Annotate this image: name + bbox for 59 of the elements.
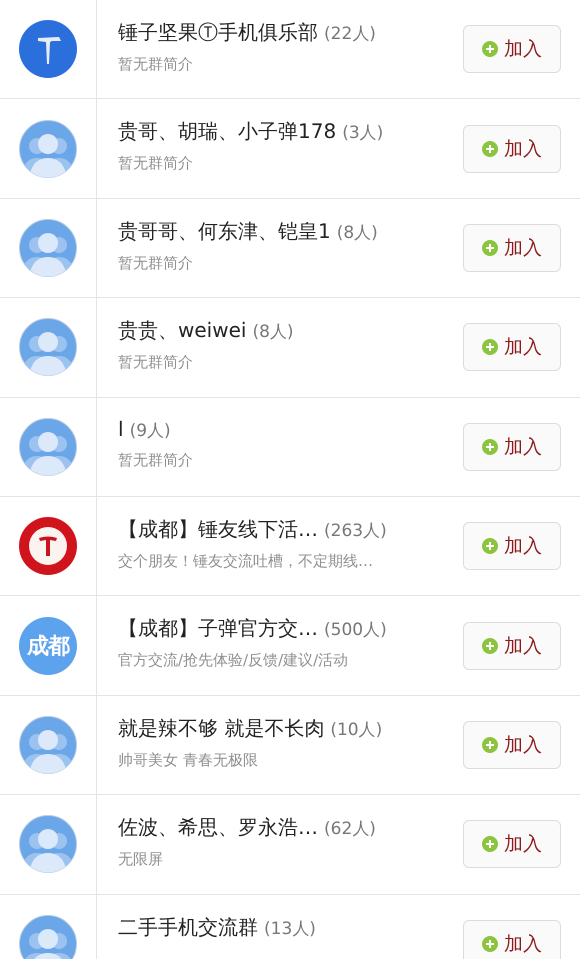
member-count: (10人) (330, 718, 382, 741)
avatar-icon (19, 815, 77, 874)
member-count: (3人) (342, 122, 384, 144)
member-count: (8人) (252, 321, 294, 344)
avatar-icon (19, 120, 77, 178)
avatar-icon (19, 914, 77, 959)
group-name: l (118, 416, 124, 441)
plus-icon (482, 538, 498, 554)
group-description: 暂无群简介 (118, 254, 193, 273)
group-name: 贵哥、胡瑞、小子弹178 (118, 118, 336, 146)
avatar-icon (19, 418, 77, 476)
group-name: 锤子坚果Ⓣ手机俱乐部 (118, 19, 318, 46)
member-count: (9人) (130, 420, 171, 442)
plus-icon (482, 836, 498, 852)
plus-icon (482, 638, 498, 654)
group-name: 贵哥哥、何东津、铠皇1 (118, 218, 331, 245)
avatar-text: 成都 (19, 616, 77, 675)
join-button[interactable]: 加入 (463, 124, 561, 173)
group-name: 佐波、希思、罗永浩… (118, 814, 318, 842)
group-description: 暂无群简介 (118, 55, 193, 74)
group-description: 帅哥美女 青春无极限 (118, 750, 258, 770)
plus-icon (482, 936, 498, 952)
group-name: 二手手机交流群 (118, 914, 258, 941)
group-description: 交个朋友！锤友交流吐槽，不定期线… (118, 552, 373, 571)
join-button[interactable]: 加入 (463, 224, 561, 272)
group-description: 暂无群简介 (118, 450, 193, 470)
plus-icon (482, 736, 498, 753)
join-button[interactable]: 加入 (463, 522, 561, 570)
member-count: (22人) (324, 23, 376, 45)
plus-icon (482, 140, 498, 157)
join-button[interactable]: 加入 (463, 820, 561, 868)
group-name: 【成都】子弹官方交… (118, 615, 318, 642)
plus-icon (482, 41, 498, 58)
group-name: 就是辣不够 就是不长肉 (118, 714, 324, 742)
group-description: 无限屏 (118, 850, 163, 870)
member-count: (8人) (336, 222, 378, 244)
join-button[interactable]: 加入 (463, 720, 561, 769)
avatar-icon (19, 716, 77, 774)
join-button[interactable]: 加入 (463, 323, 561, 372)
plus-icon (482, 240, 498, 256)
group-description: 官方交流/抢先体验/反馈/建议/活动 (118, 651, 348, 670)
group-name: 【成都】锤友线下活… (118, 516, 318, 543)
join-button[interactable]: 加入 (463, 422, 561, 471)
member-count: (500人) (324, 619, 387, 642)
plus-icon (482, 438, 498, 455)
avatar-icon (19, 218, 77, 277)
member-count: (62人) (324, 818, 376, 840)
join-button[interactable]: 加入 (463, 25, 561, 74)
member-count: (13人) (264, 918, 316, 940)
member-count: (263人) (324, 520, 387, 542)
avatar-icon (19, 318, 77, 376)
group-description: 暂无群简介 (118, 353, 193, 372)
group-description: 暂无群简介 (118, 154, 193, 174)
plus-icon (482, 339, 498, 356)
join-button[interactable]: 加入 (463, 622, 561, 670)
avatar-icon (19, 20, 77, 78)
join-button[interactable]: 加入 (463, 920, 561, 959)
group-name: 贵贵、weiwei (118, 317, 246, 344)
avatar-icon (19, 517, 77, 576)
